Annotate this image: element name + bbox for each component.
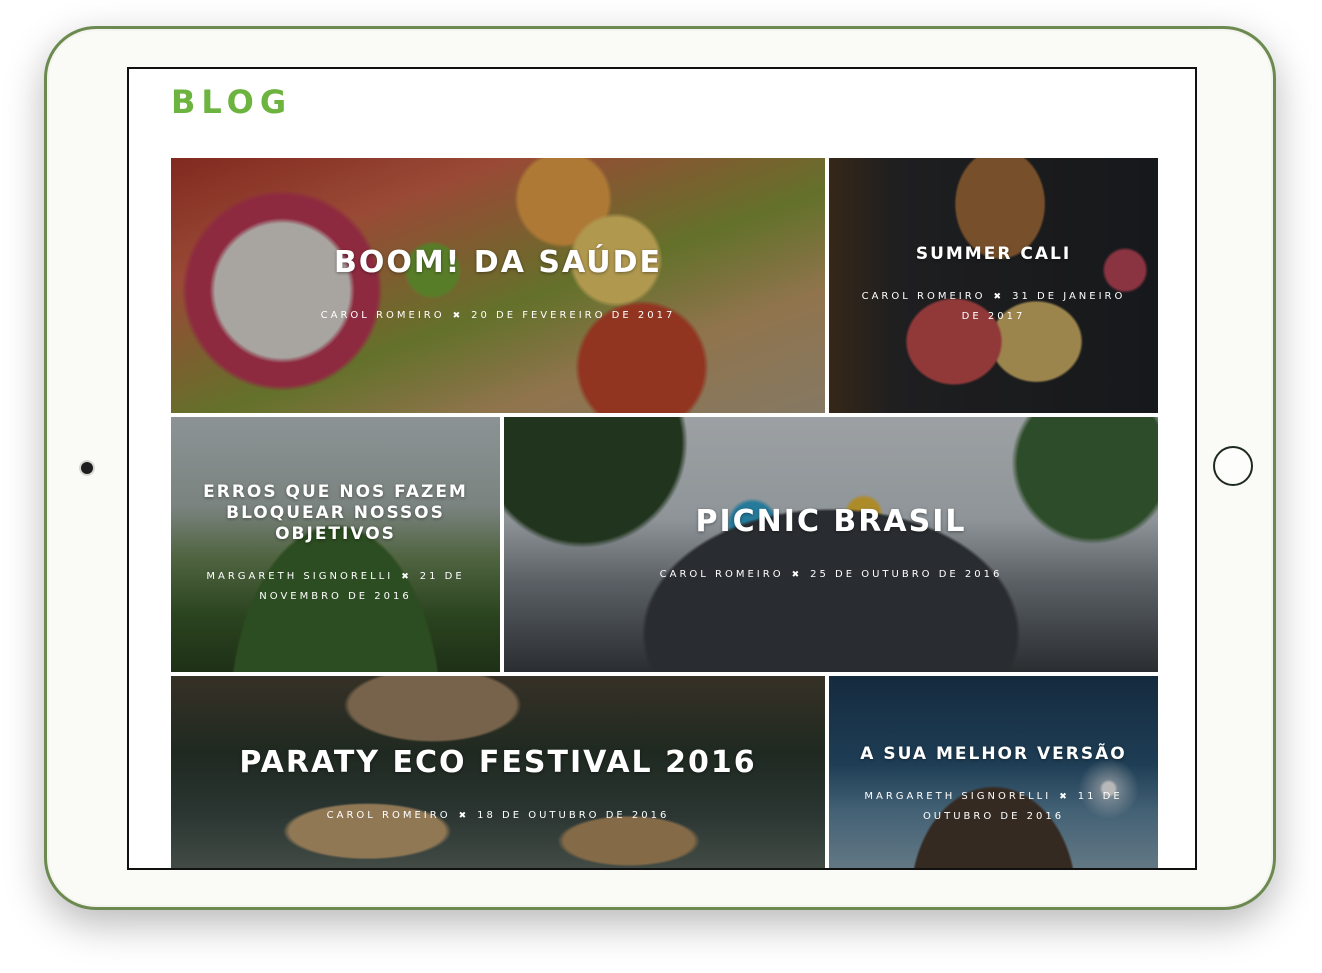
post-card-erros-que-nos-fazem[interactable]: ERROS QUE NOS FAZEM BLOQUEAR NOSSOS OBJE… bbox=[171, 417, 500, 672]
post-meta: CAROL ROMEIRO ✖ 20 DE FEVEREIRO DE 2017 bbox=[321, 306, 676, 326]
separator-icon: ✖ bbox=[458, 810, 470, 821]
separator-icon: ✖ bbox=[1059, 791, 1070, 802]
post-card-summer-cali[interactable]: SUMMER CALI CAROL ROMEIRO ✖ 31 DE JANEIRO … bbox=[829, 158, 1158, 413]
post-meta: MARGARETH SIGNORELLI ✖ 11 DE OUTUBRO DE 20… bbox=[853, 787, 1134, 827]
home-button[interactable] bbox=[1213, 446, 1253, 486]
post-meta: CAROL ROMEIRO ✖ 25 DE OUTUBRO DE 2016 bbox=[660, 565, 1003, 585]
post-title: SUMMER CALI bbox=[915, 244, 1072, 264]
post-card-a-sua-melhor-versao[interactable]: A SUA MELHOR VERSÃO MARGARETH SIGNORELLI… bbox=[829, 676, 1158, 868]
post-author: MARGARETH SIGNORELLI bbox=[206, 571, 394, 582]
separator-icon: ✖ bbox=[452, 311, 464, 321]
post-image bbox=[829, 676, 1158, 868]
post-meta: CAROL ROMEIRO ✖ 31 DE JANEIRO DE 2017 bbox=[853, 287, 1134, 327]
post-image bbox=[171, 158, 825, 413]
separator-icon: ✖ bbox=[401, 572, 412, 582]
post-title: PARATY ECO FESTIVAL 2016 bbox=[239, 744, 757, 780]
page-title: BLOG bbox=[171, 83, 293, 121]
post-meta: CAROL ROMEIRO ✖ 18 DE OUTUBRO DE 2016 bbox=[327, 806, 670, 826]
post-author: CAROL ROMEIRO bbox=[320, 310, 445, 321]
post-title: A SUA MELHOR VERSÃO bbox=[860, 743, 1127, 764]
post-date: 20 DE FEVEREIRO DE 2017 bbox=[471, 310, 676, 321]
post-card-picnic-brasil[interactable]: PICNIC BRASIL CAROL ROMEIRO ✖ 25 DE OUTUBR… bbox=[504, 417, 1158, 672]
post-author: CAROL ROMEIRO bbox=[659, 569, 784, 580]
post-author: CAROL ROMEIRO bbox=[861, 291, 986, 302]
post-author: MARGARETH SIGNORELLI bbox=[864, 790, 1052, 802]
post-title: ERROS QUE NOS FAZEM BLOQUEAR NOSSOS OBJE… bbox=[203, 482, 468, 544]
post-card-boom-da-saude[interactable]: BOOM! DA SAÚDE CAROL ROMEIRO ✖ 20 DE FEVER… bbox=[171, 158, 825, 413]
post-image bbox=[829, 158, 1158, 413]
blog-screen: BLOG BOOM! DA SAÚDE CAROL ROMEIRO ✖ 20 DE … bbox=[127, 67, 1197, 870]
camera-icon bbox=[81, 462, 93, 474]
post-image bbox=[504, 417, 1158, 672]
post-date: 25 DE OUTUBRO DE 2016 bbox=[810, 569, 1003, 580]
separator-icon: ✖ bbox=[791, 570, 803, 580]
post-date: 31 DE JANEIRO DE 2017 bbox=[961, 291, 1126, 322]
separator-icon: ✖ bbox=[993, 292, 1005, 302]
post-meta: MARGARETH SIGNORELLI ✖ 21 DE NOVEMBRO DE 2… bbox=[195, 567, 476, 607]
post-title: PICNIC BRASIL bbox=[695, 504, 967, 539]
post-title: BOOM! DA SAÚDE bbox=[333, 245, 663, 280]
post-author: CAROL ROMEIRO bbox=[326, 809, 451, 821]
post-card-paraty-eco-festival[interactable]: PARATY ECO FESTIVAL 2016 CAROL ROMEIRO ✖ 1… bbox=[171, 676, 825, 868]
post-date: 18 DE OUTUBRO DE 2016 bbox=[477, 809, 670, 821]
